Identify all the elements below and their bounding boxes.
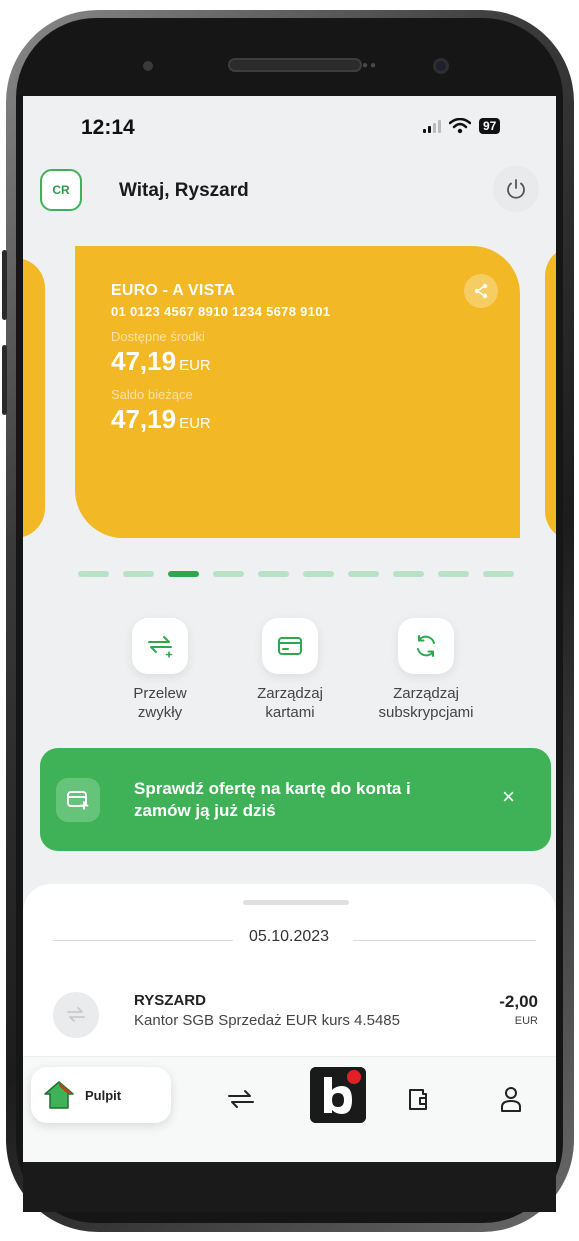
nav-profile-button[interactable] xyxy=(491,1079,531,1119)
current-balance-value: 47,19 xyxy=(111,404,177,434)
account-name: EURO - A VISTA xyxy=(111,282,235,299)
current-balance-amount: 47,19 EUR xyxy=(111,404,486,435)
quick-action-manage-cards[interactable]: Zarządzaj kartami xyxy=(225,618,355,722)
pager-dot[interactable] xyxy=(78,571,109,577)
app-screen: 12:14 97 CR Witaj, Ryszard EURO - A VIST… xyxy=(23,96,556,1164)
card-offer-icon xyxy=(56,777,100,822)
nav-transfers-button[interactable] xyxy=(221,1079,261,1119)
nav-home-button[interactable]: Pulpit xyxy=(31,1067,171,1123)
camera-icon xyxy=(433,58,449,74)
greeting: Witaj, Ryszard xyxy=(119,180,249,201)
logout-button[interactable] xyxy=(493,166,539,212)
share-button[interactable] xyxy=(464,274,498,308)
transfer-icon xyxy=(148,636,173,658)
available-funds-value: 47,19 xyxy=(111,346,177,376)
quick-action-manage-subscriptions[interactable]: Zarządzaj subskrypcjami xyxy=(361,618,491,722)
quick-action-transfer[interactable]: Przelew zwykły xyxy=(95,618,225,722)
current-balance-label: Saldo bieżące xyxy=(111,387,193,402)
available-funds-amount: 47,19 EUR xyxy=(111,346,486,377)
nav-home-label: Pulpit xyxy=(85,1087,122,1103)
account-card-previous[interactable] xyxy=(23,258,45,538)
profile-icon xyxy=(501,1087,521,1112)
account-card[interactable]: EURO - A VISTA 01 0123 4567 8910 1234 56… xyxy=(75,246,520,538)
carousel-pager[interactable] xyxy=(78,571,514,577)
transaction-name[interactable]: RYSZARD xyxy=(134,992,206,1009)
avatar[interactable]: CR xyxy=(40,169,82,211)
bottom-navigation: Pulpit xyxy=(23,1056,556,1164)
quick-action-label-line: kartami xyxy=(265,704,315,721)
pager-dot[interactable] xyxy=(168,571,199,577)
side-button xyxy=(2,345,7,415)
transaction-type-icon xyxy=(53,992,99,1038)
quick-action-label-line: zwykły xyxy=(137,704,183,721)
account-number: 01 0123 4567 8910 1234 5678 9101 xyxy=(111,304,331,319)
pager-dot[interactable] xyxy=(213,571,244,577)
wifi-icon xyxy=(449,118,471,134)
pager-dot[interactable] xyxy=(348,571,379,577)
transaction-amount: -2,00 xyxy=(499,992,538,1011)
speaker-grille xyxy=(228,58,362,72)
divider xyxy=(353,940,536,941)
pager-dot[interactable] xyxy=(123,571,154,577)
pager-dot[interactable] xyxy=(393,571,424,577)
status-icons: 97 xyxy=(423,118,501,134)
card-icon xyxy=(278,637,302,655)
quick-action-label-line: Przelew xyxy=(133,685,187,702)
sheet-drag-handle[interactable] xyxy=(243,900,349,905)
signal-icon xyxy=(423,119,441,133)
share-icon xyxy=(474,283,488,299)
pager-dot[interactable] xyxy=(258,571,289,577)
transaction-description: Kantor SGB Sprzedaż EUR kurs 4.5485 xyxy=(134,1012,400,1029)
sensor-dots: ●● xyxy=(362,60,379,71)
bank-logo-icon xyxy=(310,1067,366,1123)
side-button xyxy=(2,250,7,320)
refresh-icon xyxy=(417,635,435,657)
phone-chin xyxy=(23,1162,556,1212)
quick-action-label: Przelew zwykły xyxy=(95,684,225,722)
power-icon xyxy=(507,179,525,199)
close-icon[interactable]: × xyxy=(502,786,515,808)
account-card-next[interactable] xyxy=(545,246,556,541)
status-time: 12:14 xyxy=(81,116,135,139)
available-funds-label: Dostępne środki xyxy=(111,329,205,344)
sensor-icon xyxy=(143,61,153,71)
wallet-icon xyxy=(409,1089,427,1110)
quick-action-label-line: subskrypcjami xyxy=(378,704,474,721)
nav-bank-logo-button[interactable] xyxy=(310,1067,366,1123)
divider xyxy=(53,940,233,941)
current-balance-currency: EUR xyxy=(179,415,211,432)
transfer-icon-tile xyxy=(132,618,188,674)
pager-dot[interactable] xyxy=(483,571,514,577)
home-icon xyxy=(44,1081,74,1109)
quick-action-label: Zarządzaj subskrypcjami xyxy=(361,684,491,722)
pager-dot[interactable] xyxy=(303,571,334,577)
refresh-icon-tile xyxy=(398,618,454,674)
quick-action-label: Zarządzaj kartami xyxy=(225,684,355,722)
promo-banner-text: Sprawdź ofertę na kartę do konta i zamów… xyxy=(134,778,411,820)
quick-action-label-line: Zarządzaj xyxy=(257,685,323,702)
battery-indicator: 97 xyxy=(479,118,501,134)
card-icon-tile xyxy=(262,618,318,674)
promo-banner[interactable]: Sprawdź ofertę na kartę do konta i zamów… xyxy=(40,748,551,851)
available-funds-currency: EUR xyxy=(179,357,211,374)
transaction-date: 05.10.2023 xyxy=(249,928,330,945)
pager-dot[interactable] xyxy=(438,571,469,577)
transaction-currency: EUR xyxy=(514,1015,538,1027)
quick-action-label-line: Zarządzaj xyxy=(393,685,459,702)
nav-wallet-button[interactable] xyxy=(398,1079,438,1119)
transfers-icon xyxy=(228,1090,254,1108)
